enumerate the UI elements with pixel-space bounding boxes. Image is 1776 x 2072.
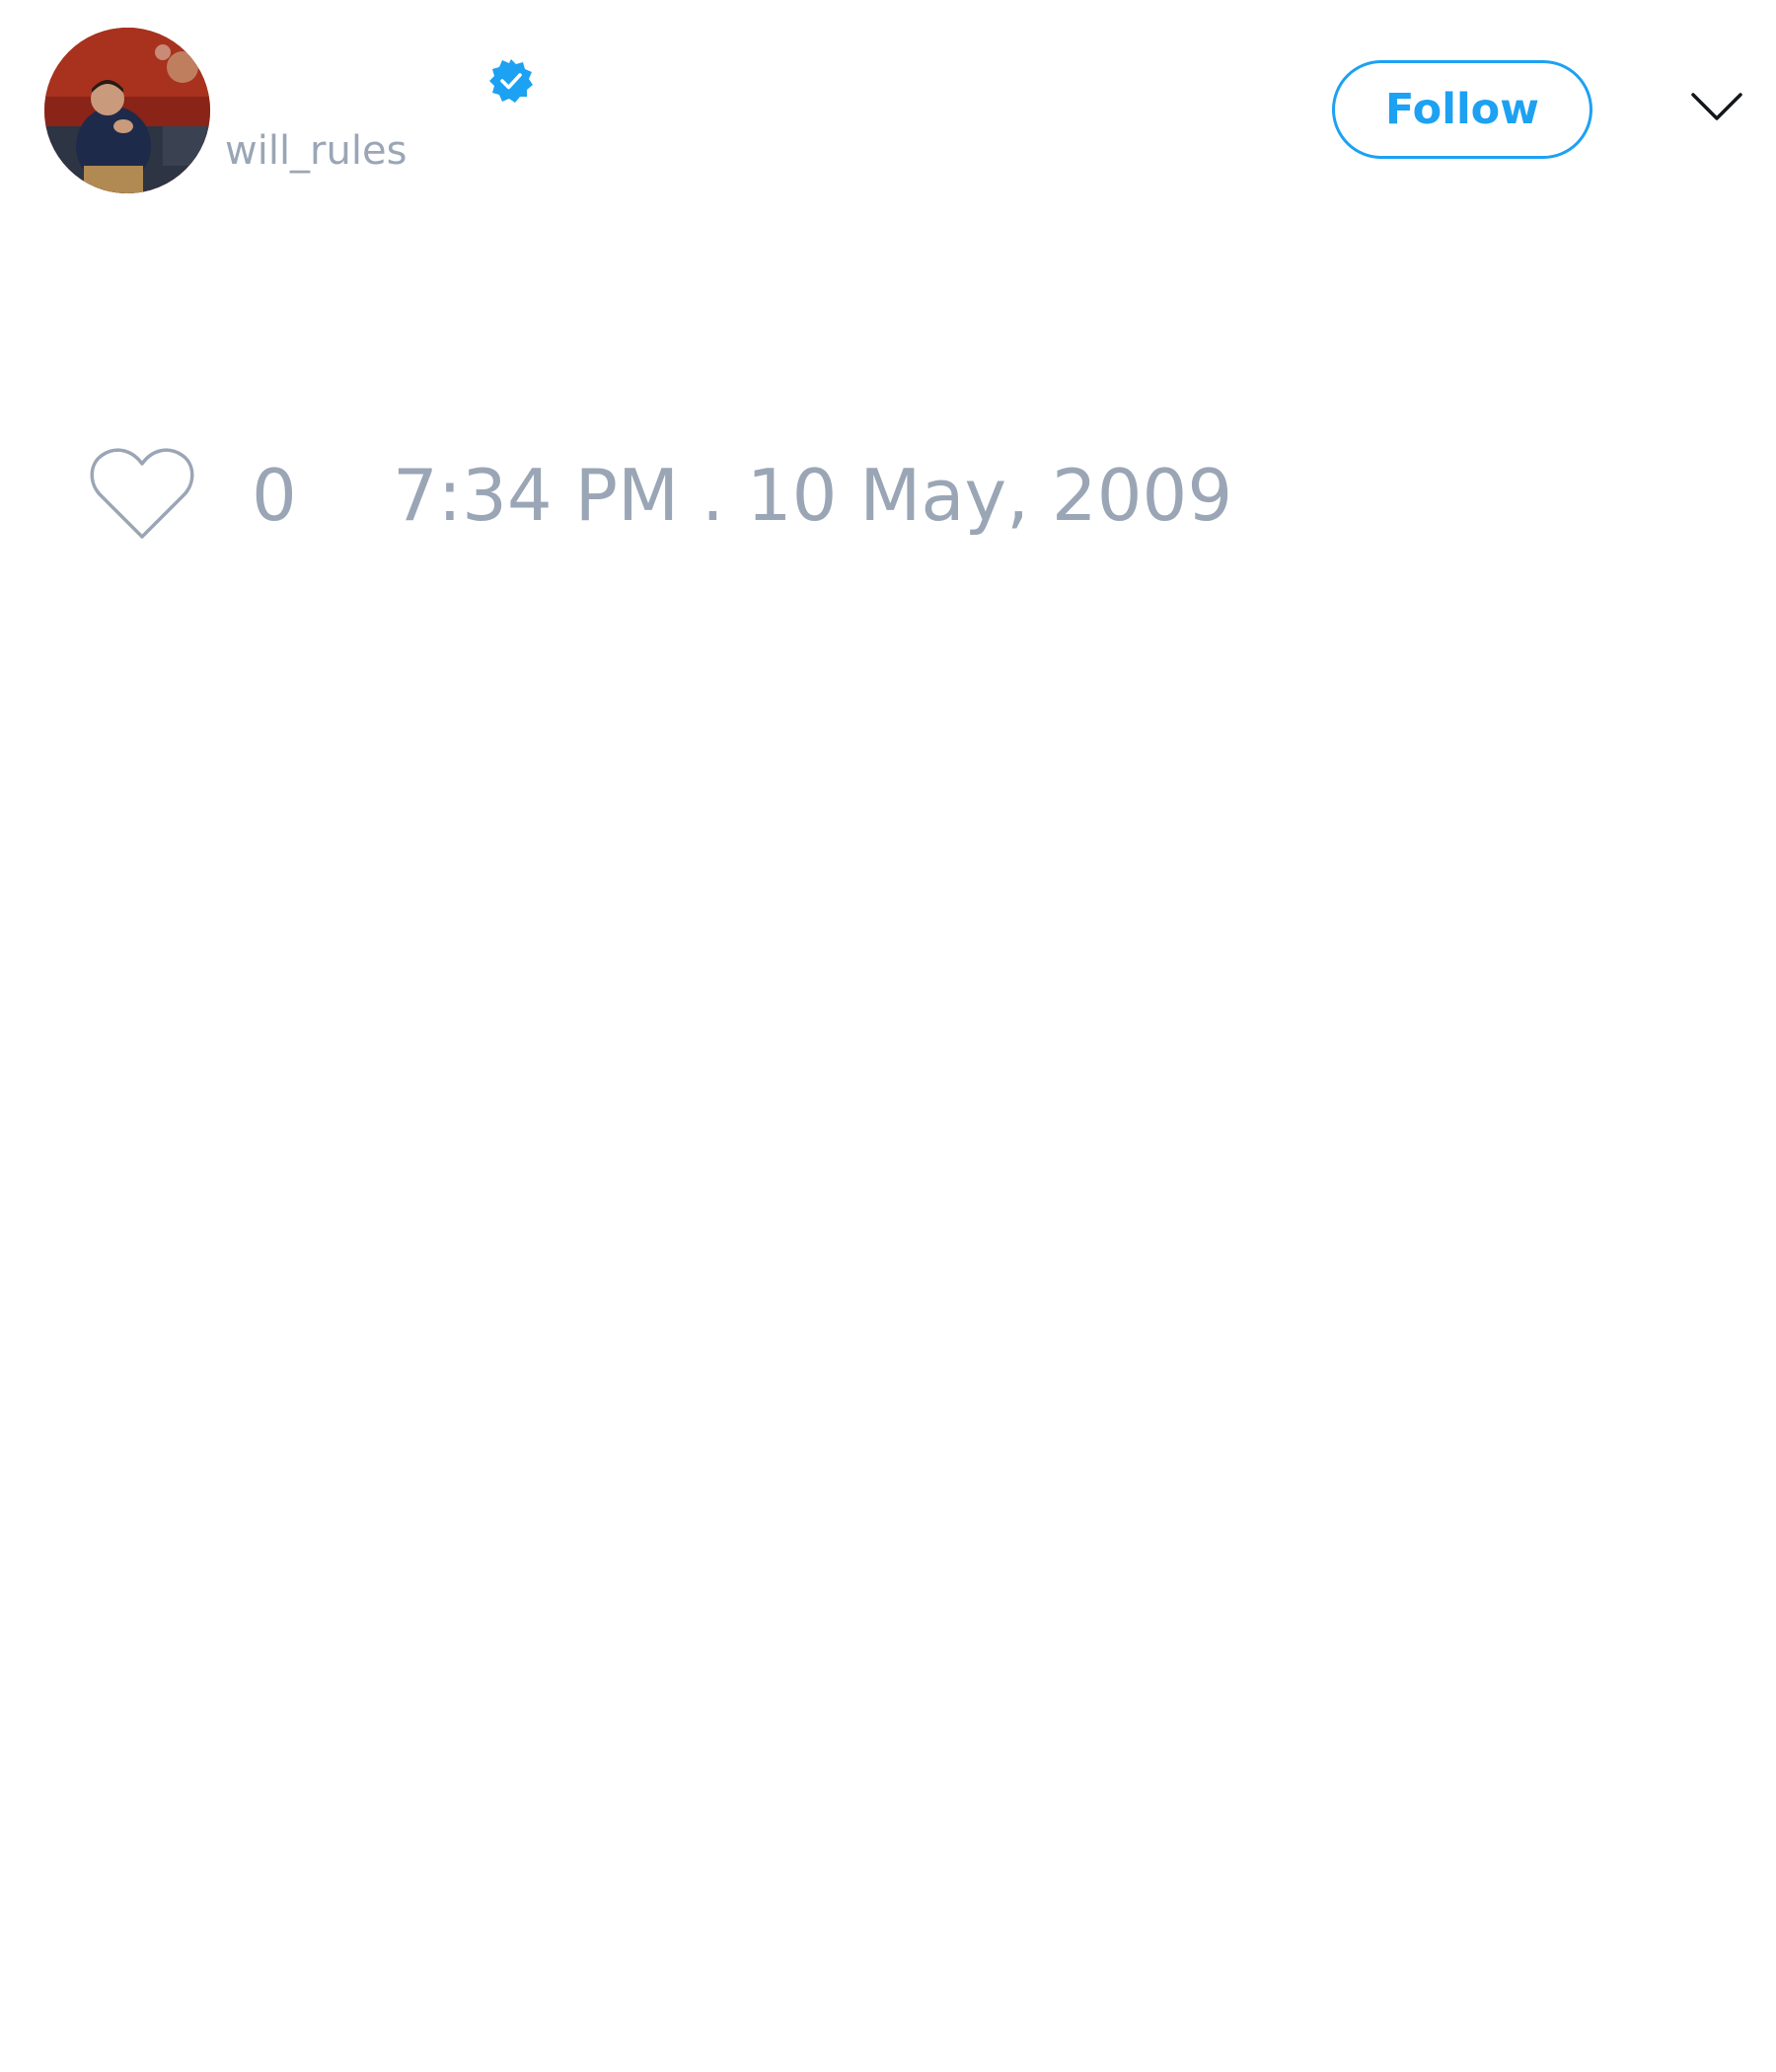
verified-badge-icon (489, 59, 533, 103)
avatar[interactable] (44, 28, 210, 193)
user-handle[interactable]: will_rules (225, 126, 407, 176)
like-count: 0 (252, 454, 297, 537)
follow-button[interactable]: Follow (1332, 60, 1592, 159)
chevron-down-icon[interactable] (1689, 87, 1744, 126)
tweet-timestamp[interactable]: 7:34 PM . 10 May, 2009 (393, 456, 1232, 535)
avatar-photo (44, 28, 210, 193)
heart-icon[interactable] (89, 446, 195, 543)
